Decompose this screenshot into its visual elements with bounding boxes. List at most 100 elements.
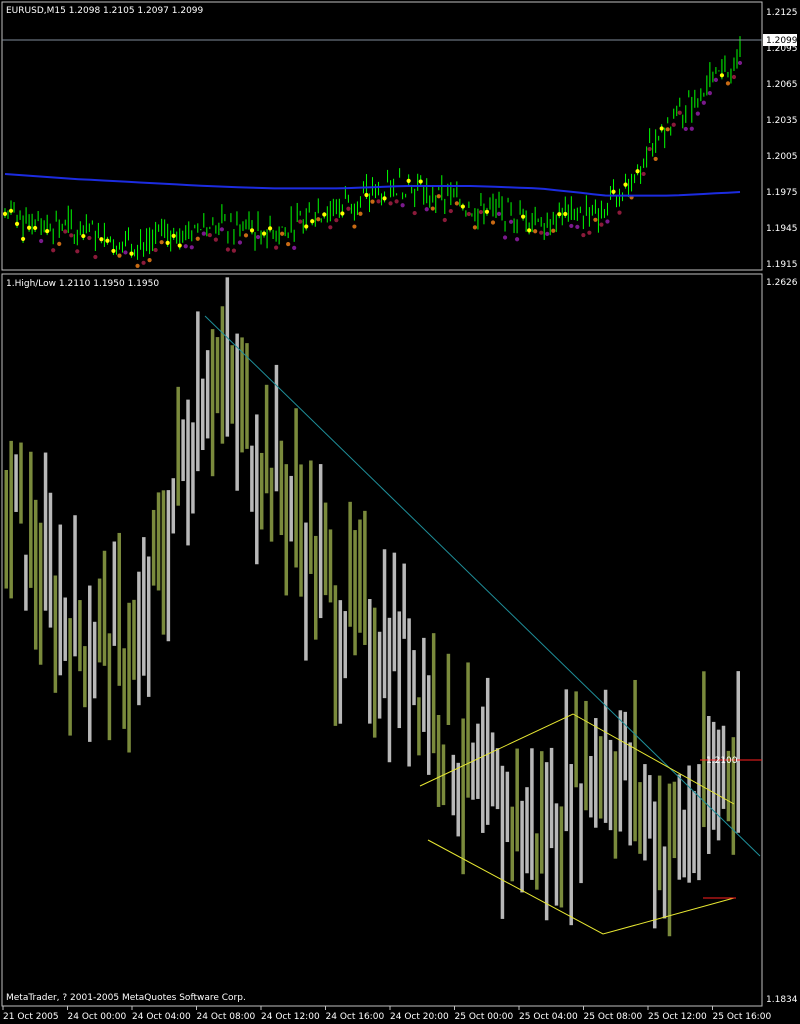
signal-dot bbox=[725, 81, 731, 86]
high-low-bar bbox=[554, 803, 559, 906]
signal-dot bbox=[99, 237, 104, 242]
high-low-bar bbox=[382, 549, 387, 699]
high-low-bar bbox=[68, 618, 72, 736]
high-low-bar bbox=[505, 771, 510, 843]
high-low-bar bbox=[314, 535, 318, 640]
signal-dot bbox=[322, 212, 327, 217]
high-low-bar bbox=[711, 721, 716, 830]
signal-dot bbox=[683, 126, 688, 132]
time-tick-label: 25 Oct 16:00 bbox=[713, 1012, 772, 1022]
time-tick-label: 24 Oct 00:00 bbox=[68, 1012, 127, 1022]
high-low-bar bbox=[235, 333, 239, 491]
high-low-bar bbox=[58, 524, 63, 676]
high-low-bar bbox=[613, 751, 618, 859]
high-low-bar bbox=[481, 706, 485, 833]
signal-dot bbox=[177, 243, 182, 248]
high-low-bar bbox=[299, 464, 303, 597]
high-low-bar bbox=[692, 790, 696, 874]
signal-dot bbox=[551, 228, 556, 233]
signal-dot bbox=[406, 178, 411, 183]
signal-dot bbox=[352, 224, 357, 229]
time-tick-label: 25 Oct 00:00 bbox=[455, 1012, 514, 1022]
high-low-bar bbox=[652, 801, 657, 929]
signal-dot bbox=[280, 231, 285, 236]
signal-dot bbox=[14, 221, 20, 226]
signal-dot bbox=[39, 238, 44, 244]
signal-dot bbox=[310, 219, 315, 224]
high-low-bar bbox=[132, 599, 136, 680]
signal-dot bbox=[267, 226, 273, 231]
signal-dot bbox=[635, 169, 640, 174]
high-low-bar bbox=[196, 311, 200, 472]
high-low-bar bbox=[731, 737, 736, 855]
price-panel-frame bbox=[1, 1, 763, 271]
high-low-bar bbox=[230, 345, 234, 424]
signal-dot bbox=[165, 240, 170, 245]
current-price-label: 1.2099 bbox=[766, 36, 798, 46]
signal-dot bbox=[81, 233, 86, 239]
signal-dot bbox=[274, 245, 279, 250]
signal-dot bbox=[123, 250, 128, 255]
signal-dot bbox=[701, 100, 706, 105]
indicator-plot[interactable] bbox=[4, 277, 741, 937]
signal-dot bbox=[45, 228, 50, 234]
signal-dot bbox=[424, 207, 429, 212]
marker-label: 1.2100 bbox=[706, 756, 738, 766]
high-low-bar bbox=[525, 787, 529, 874]
high-low-bar bbox=[137, 571, 141, 706]
high-low-bar bbox=[353, 530, 357, 656]
high-low-bar bbox=[387, 617, 392, 763]
price-plot[interactable] bbox=[2, 36, 743, 268]
high-low-bar bbox=[245, 343, 249, 449]
signal-dot bbox=[364, 192, 369, 198]
signal-dot bbox=[316, 217, 321, 222]
time-tick-label: 25 Oct 04:00 bbox=[519, 1012, 578, 1022]
signal-dot bbox=[346, 206, 351, 211]
high-low-bar bbox=[377, 631, 382, 719]
high-low-bar bbox=[92, 621, 97, 699]
signal-dot bbox=[695, 111, 700, 116]
high-low-bar bbox=[564, 689, 569, 832]
high-low-bar bbox=[210, 329, 215, 477]
high-low-bar bbox=[97, 578, 102, 663]
high-low-bar bbox=[461, 718, 465, 875]
high-low-bar bbox=[112, 541, 117, 646]
signal-dot bbox=[261, 231, 267, 236]
high-low-bar bbox=[721, 725, 726, 809]
high-low-bar bbox=[716, 729, 721, 841]
high-low-bar bbox=[736, 671, 740, 833]
high-low-bar bbox=[426, 675, 431, 775]
high-low-bar bbox=[279, 440, 284, 536]
signal-dot bbox=[599, 222, 604, 227]
high-low-bar bbox=[633, 679, 637, 842]
signal-dot bbox=[430, 206, 435, 211]
high-low-bar bbox=[451, 754, 456, 816]
high-low-bar bbox=[697, 764, 701, 881]
signal-dot bbox=[418, 179, 423, 184]
signal-dot bbox=[713, 77, 719, 82]
signal-dot bbox=[659, 126, 664, 131]
high-low-bar bbox=[78, 600, 82, 672]
high-low-bar bbox=[422, 637, 426, 732]
high-low-bar bbox=[417, 697, 421, 756]
signal-dot bbox=[641, 171, 646, 177]
high-low-bar bbox=[73, 515, 77, 657]
high-low-bar bbox=[471, 742, 475, 800]
high-low-bar bbox=[608, 739, 613, 831]
signal-dot bbox=[87, 235, 92, 241]
signal-dot bbox=[189, 245, 194, 250]
price-panel-title: EURUSD,M15 1.2098 1.2105 1.2097 1.2099 bbox=[6, 6, 204, 16]
high-low-bar bbox=[446, 653, 451, 725]
high-low-bar bbox=[407, 618, 411, 767]
high-low-bar bbox=[412, 650, 416, 706]
high-low-bar bbox=[201, 378, 205, 451]
price-tick-label: 1.1945 bbox=[766, 224, 798, 234]
high-low-bar bbox=[4, 469, 8, 589]
signal-dot bbox=[478, 209, 484, 215]
high-low-bar bbox=[594, 718, 598, 828]
high-low-bar bbox=[520, 800, 524, 893]
signal-dot bbox=[545, 231, 550, 236]
signal-dot bbox=[731, 74, 737, 80]
high-low-bar bbox=[358, 519, 362, 633]
price-tick-label: 1.2065 bbox=[766, 80, 798, 90]
